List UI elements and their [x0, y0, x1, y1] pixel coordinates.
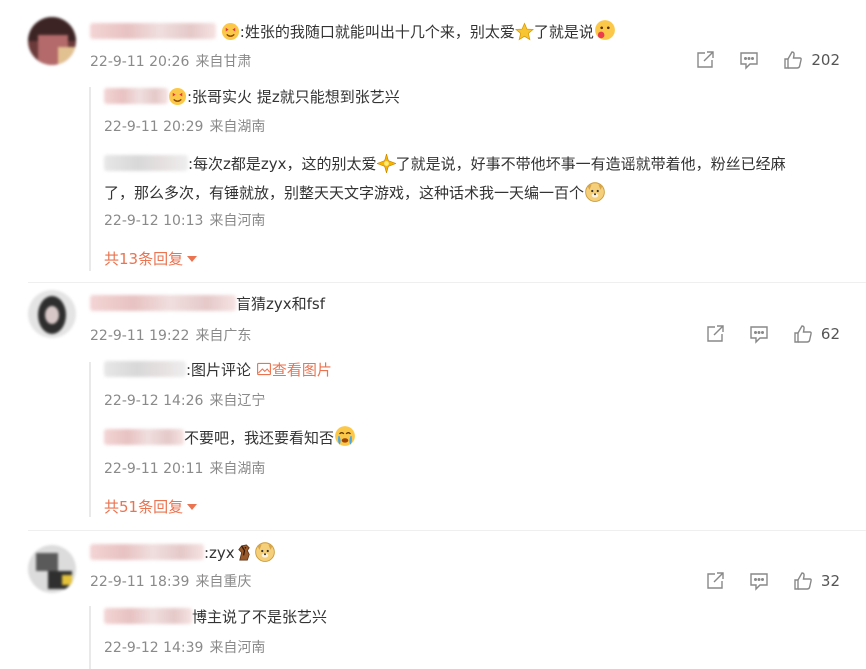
heart-eyes-emoji-icon [168, 87, 187, 106]
comment-button[interactable] [749, 324, 769, 344]
reply-thread-line [89, 87, 91, 271]
like-button[interactable] [793, 571, 813, 591]
reply-meta: 22-9-12 10:13 来自河南 [104, 210, 265, 230]
reply-meta: 22-9-11 20:11 来自湖南 [104, 458, 265, 478]
comment-icon [750, 573, 768, 591]
reply-meta: 22-9-11 20:29 来自湖南 [104, 116, 265, 136]
reply-text: :张哥实火 提z就只能想到张艺兴 [104, 85, 844, 109]
reply-meta: 22-9-12 14:26 来自辽宁 [104, 390, 265, 410]
doge-emoji-icon [585, 182, 605, 202]
comment-meta: 22-9-11 18:39 来自重庆 [90, 571, 251, 591]
view-image-link[interactable]: 查看图片 [256, 361, 332, 379]
share-icon [707, 325, 724, 342]
comment-button[interactable] [749, 571, 769, 591]
reply-location: 来自湖南 [209, 461, 266, 477]
avatar[interactable] [28, 290, 76, 338]
sparkle-emoji-icon [376, 154, 396, 173]
username[interactable] [104, 155, 188, 171]
reply-date: 22-9-12 14:39 [104, 640, 204, 656]
avatar[interactable] [28, 17, 76, 65]
like-button[interactable] [793, 324, 813, 344]
doge-emoji-icon [254, 542, 275, 562]
comment-meta: 22-9-11 20:26 来自甘肃 [90, 51, 251, 71]
comment-meta: 22-9-11 19:22 来自广东 [90, 325, 251, 345]
comment-icon [740, 52, 759, 70]
username[interactable] [104, 429, 184, 445]
comment-date: 22-9-11 19:22 [90, 328, 190, 344]
comment-location: 来自甘肃 [195, 54, 252, 70]
reply-date: 22-9-11 20:11 [104, 461, 204, 477]
reply-2: :每次z都是zyx，这的别太爱 了就是说，好事不带他坏事一有造谣就带着他，粉丝已经… [104, 150, 844, 229]
more-replies-link[interactable]: 共51条回复 [104, 496, 198, 517]
reply-location: 来自辽宁 [209, 393, 266, 409]
divider [28, 530, 866, 531]
avatar[interactable] [28, 545, 76, 593]
username[interactable] [104, 608, 192, 624]
reply-thread-line [89, 606, 91, 669]
username[interactable] [90, 544, 204, 560]
like-count: 62 [820, 325, 840, 343]
username[interactable] [104, 88, 168, 104]
caret-down-icon [187, 256, 198, 262]
comment-location: 来自重庆 [195, 574, 252, 590]
horse-emoji-icon [237, 544, 250, 561]
share-button[interactable] [705, 571, 725, 591]
comment-actions: 202 [673, 50, 840, 70]
divider [28, 282, 866, 283]
reply-location: 来自湖南 [209, 119, 266, 135]
crying-emoji-icon [335, 426, 355, 446]
comment-date: 22-9-11 18:39 [90, 574, 190, 590]
like-icon [794, 325, 812, 343]
like-icon [794, 572, 812, 590]
like-icon [784, 51, 803, 69]
reply-location: 来自河南 [209, 640, 266, 656]
share-icon [697, 51, 715, 68]
username[interactable] [104, 361, 186, 377]
reply-1: :图片评论 查看图片 22-9-12 14:26 来自辽宁 [104, 358, 844, 409]
reply-text: :每次z都是zyx，这的别太爱 了就是说，好事不带他坏事一有造谣就带着他，粉丝已经… [104, 154, 786, 202]
like-count: 32 [820, 572, 840, 590]
like-button[interactable] [783, 50, 803, 70]
like-count: 202 [811, 51, 840, 69]
reply-location: 来自河南 [209, 213, 266, 229]
reply-date: 22-9-11 20:29 [104, 119, 204, 135]
reply-1: 博主说了不是张艺兴 22-9-12 14:39 来自河南 [104, 605, 844, 656]
reply-text: :图片评论 查看图片 [104, 358, 844, 382]
share-icon [707, 572, 724, 589]
reply-date: 22-9-12 10:13 [104, 213, 204, 229]
reply-text: 博主说了不是张艺兴 [104, 605, 844, 629]
username[interactable] [90, 295, 236, 311]
reply-2: 不要吧，我还要看知否 22-9-11 20:11 来自湖南 [104, 425, 844, 477]
reply-1: :张哥实火 提z就只能想到张艺兴 22-9-11 20:29 来自湖南 [104, 85, 844, 135]
share-button[interactable] [695, 50, 715, 70]
share-button[interactable] [705, 324, 725, 344]
reply-thread-line [89, 362, 91, 517]
comment-location: 来自广东 [195, 328, 252, 344]
comment-actions: 62 [683, 324, 840, 344]
comment-actions: 32 [683, 571, 840, 591]
more-replies-link[interactable]: 共13条回复 [104, 248, 198, 269]
comment-text: :姓张的我随口就能叫出十几个来，别太爱 了就是说 [90, 19, 616, 43]
comment-icon [750, 326, 768, 344]
heart-eyes-emoji-icon [221, 22, 239, 41]
comment-date: 22-9-11 20:26 [90, 54, 190, 70]
reply-meta: 22-9-12 14:39 来自河南 [104, 637, 265, 657]
star-emoji-icon [514, 22, 534, 41]
comment-text: :zyx [90, 540, 276, 564]
image-icon [256, 362, 271, 376]
username[interactable] [90, 23, 216, 39]
kiss-emoji-icon [594, 20, 615, 40]
reply-date: 22-9-12 14:26 [104, 393, 204, 409]
comment-button[interactable] [739, 50, 759, 70]
reply-text: 不要吧，我还要看知否 [104, 425, 844, 450]
comment-text: 盲猜zyx和fsf [90, 293, 325, 315]
caret-down-icon [187, 504, 198, 510]
